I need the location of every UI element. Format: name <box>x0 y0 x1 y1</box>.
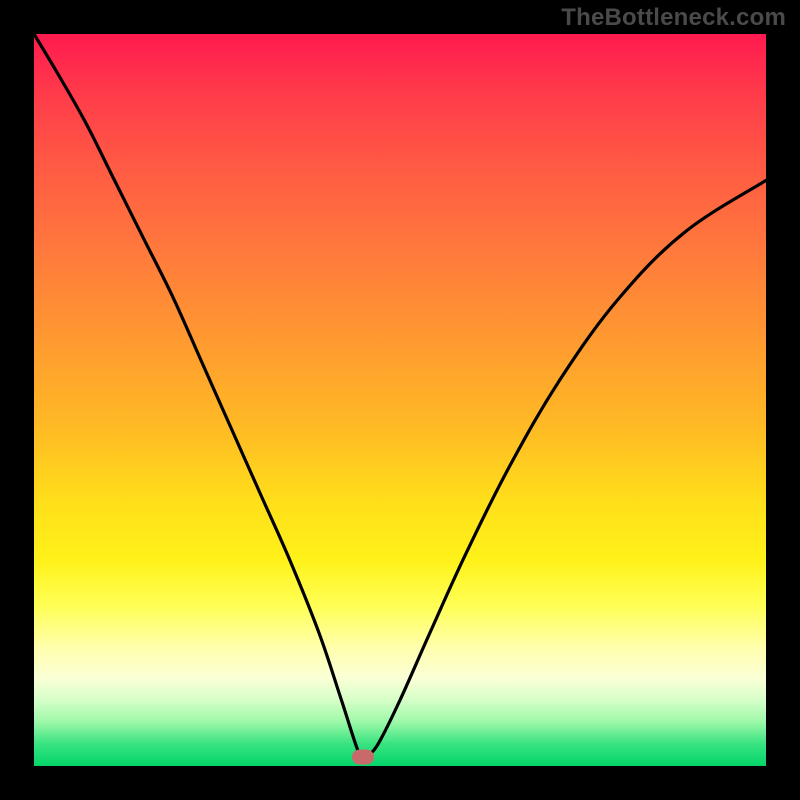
optimal-point-marker <box>352 750 374 765</box>
chart-frame: TheBottleneck.com <box>0 0 800 800</box>
bottleneck-curve <box>34 34 766 760</box>
watermark-text: TheBottleneck.com <box>561 4 786 32</box>
curve-layer <box>34 34 766 766</box>
plot-area <box>34 34 766 766</box>
